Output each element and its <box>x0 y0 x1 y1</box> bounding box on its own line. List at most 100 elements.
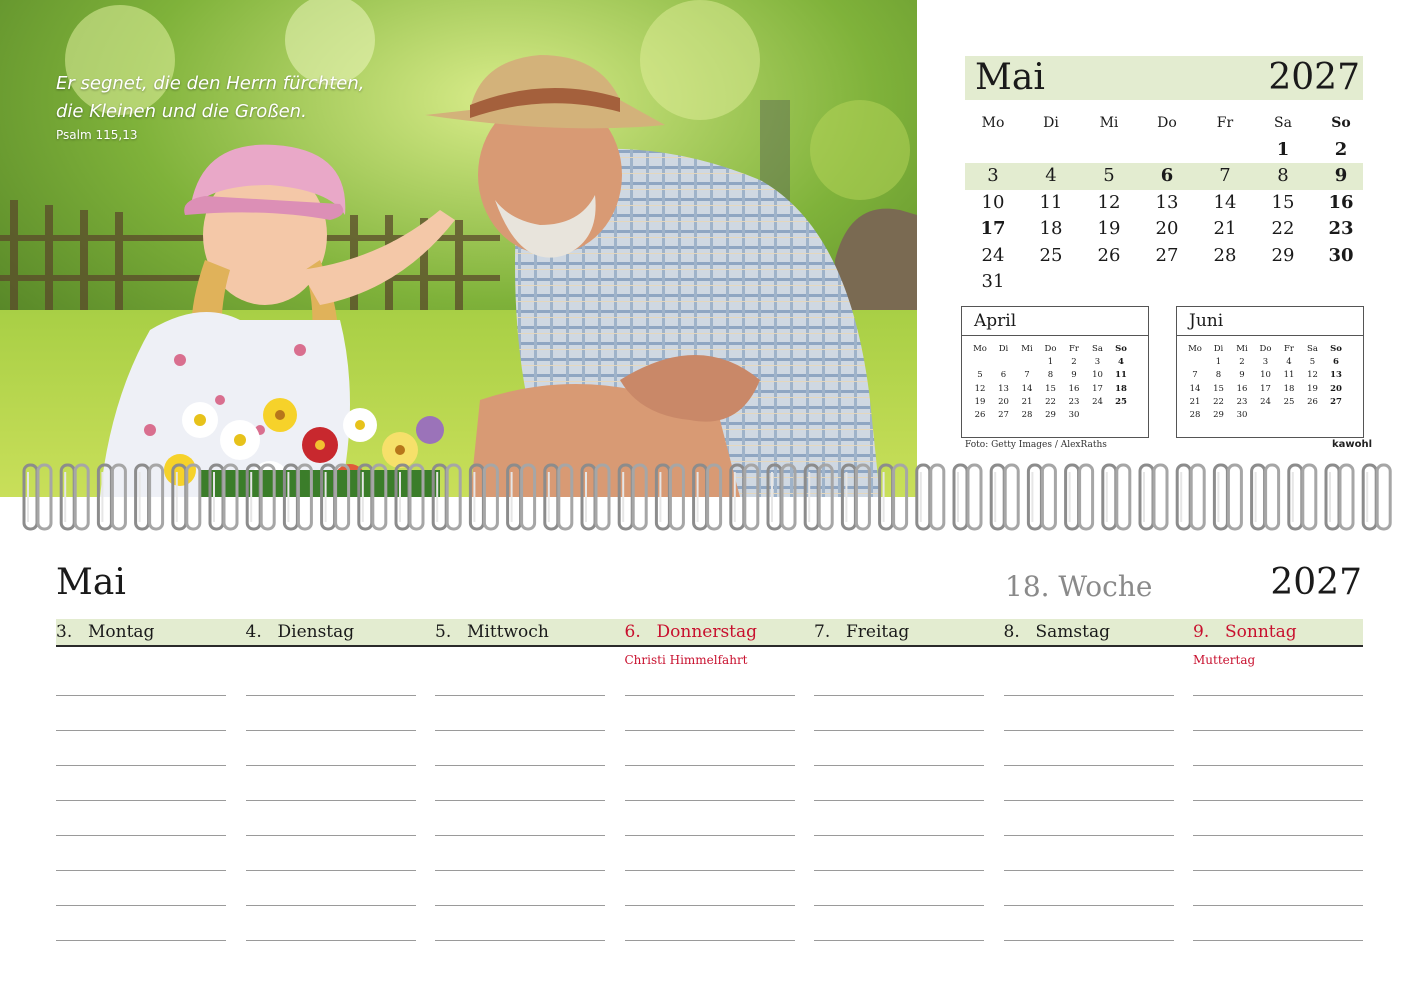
mini-calendar-april: April Mo Di Mi Do Fr Sa So 1 2 3 4 5 6 7 8 9 10 11 12 13 14 1… <box>961 306 1149 438</box>
mini-week-row: 28 29 30 <box>1183 409 1357 422</box>
note-line <box>1193 835 1363 836</box>
calendar-day: 11 <box>1039 191 1063 213</box>
mini-calendar-day: 7 <box>1024 370 1030 381</box>
mini-calendar-day: 22 <box>1045 396 1056 407</box>
mini-calendar-day: 10 <box>1092 370 1103 381</box>
note-line <box>245 800 416 801</box>
mini-calendar-day: 8 <box>1047 370 1054 381</box>
mini-calendar-day: 6 <box>1333 357 1339 368</box>
spiral-ring <box>22 463 53 531</box>
mini-calendar-day: 20 <box>1330 383 1342 394</box>
mini-calendar-day: 13 <box>998 383 1009 394</box>
day-notes-column[interactable] <box>1003 660 1174 950</box>
spiral-ring <box>766 463 797 531</box>
mini-calendar-grid: Mo Di Mi Do Fr Sa So 1 2 3 4 5 6 7 8 9 10 11 12 13 14 15 16 17 1… <box>1183 343 1357 422</box>
mini-calendar-day: 4 <box>1118 357 1124 368</box>
day-notes-column[interactable] <box>56 660 226 950</box>
spiral-ring <box>357 463 388 531</box>
spiral-ring <box>840 463 871 531</box>
mini-calendar-day: 11 <box>1115 370 1127 381</box>
note-line <box>435 835 605 836</box>
weekday-date: 7. <box>814 622 831 642</box>
day-notes-column[interactable] <box>1193 660 1363 950</box>
weekday-name: Montag <box>88 622 155 642</box>
spiral-ring <box>952 463 983 531</box>
note-line <box>814 800 984 801</box>
note-line <box>1003 765 1174 766</box>
mini-weekday-label: Di <box>1213 344 1224 354</box>
spiral-ring <box>1026 463 1057 531</box>
brand-logo: kawohl <box>1332 439 1373 450</box>
spiral-ring <box>134 463 165 531</box>
mini-calendar-day: 27 <box>998 409 1009 420</box>
mini-calendar-day: 28 <box>1189 409 1201 420</box>
note-line <box>435 800 605 801</box>
mini-weekday-label: Sa <box>1307 344 1318 354</box>
note-line <box>56 695 226 696</box>
note-line <box>814 695 984 696</box>
note-line <box>245 835 416 836</box>
day-notes-column[interactable] <box>435 660 605 950</box>
mini-calendar-day: 13 <box>1330 370 1342 381</box>
note-line <box>56 765 226 766</box>
mini-calendar-day: 1 <box>1047 357 1054 368</box>
mini-calendar-day: 12 <box>1307 370 1318 381</box>
mini-week-row: 1 2 3 4 <box>968 356 1142 369</box>
calendar-day: 19 <box>1097 218 1121 239</box>
calendar-day: 25 <box>1039 244 1063 266</box>
calendar-day: 29 <box>1271 244 1295 266</box>
note-line <box>435 730 605 731</box>
mini-week-row: 14 15 16 17 18 19 20 <box>1183 383 1357 396</box>
mini-calendar-day: 6 <box>1000 370 1007 381</box>
mini-calendar-day: 3 <box>1262 357 1269 368</box>
note-line <box>1193 940 1363 941</box>
mini-week-row: 21 22 23 24 25 26 27 <box>1183 396 1357 409</box>
note-line <box>1003 905 1174 906</box>
mini-week-row: 19 20 21 22 23 24 25 <box>968 396 1142 409</box>
spiral-ring <box>617 463 648 531</box>
mini-weekday-label: Mi <box>1021 344 1033 354</box>
calendar-day: 26 <box>1097 244 1121 266</box>
mini-week-row: 12 13 14 15 16 17 18 <box>968 383 1142 396</box>
weekday-samstag: 8. Samstag <box>1004 619 1110 645</box>
calendar-day: 14 <box>1213 191 1237 213</box>
mini-weekday-label: Do <box>1044 344 1057 354</box>
mini-calendar-day: 19 <box>1307 383 1318 394</box>
planner-month: Mai <box>56 562 126 603</box>
spiral-binding <box>22 463 1392 531</box>
spiral-ring <box>1064 463 1095 531</box>
note-line <box>1003 940 1174 941</box>
day-notes-column[interactable] <box>624 660 795 950</box>
mini-calendar-day: 15 <box>1045 383 1056 394</box>
note-line <box>56 730 226 731</box>
calendar-week-row: 12 <box>965 137 1363 164</box>
mini-calendar-day: 14 <box>1021 383 1033 394</box>
photo-credit: Foto: Getty Images / AlexRaths <box>965 440 1107 450</box>
note-line <box>1193 905 1363 906</box>
weekday-label: Sa <box>1274 115 1292 131</box>
spiral-ring <box>245 463 276 531</box>
note-line <box>435 940 605 941</box>
calendar-day: 27 <box>1155 244 1179 266</box>
mini-calendar-day: 11 <box>1283 370 1295 381</box>
spiral-ring <box>1361 463 1392 531</box>
weekday-dienstag: 4. Dienstag <box>246 619 355 645</box>
calendar-day: 30 <box>1328 244 1354 266</box>
mini-calendar-day: 30 <box>1236 409 1248 420</box>
note-line <box>1003 835 1174 836</box>
calendar-day: 21 <box>1213 218 1237 239</box>
mini-weekday-label: So <box>1115 344 1127 354</box>
weekday-date: 5. <box>435 622 452 642</box>
calendar-day: 5 <box>1103 165 1115 186</box>
quote-line-1: Er segnet, die den Herrn fürchten, <box>56 73 365 94</box>
spiral-ring <box>1138 463 1169 531</box>
mini-weekday-label: Mo <box>973 344 987 354</box>
note-line <box>624 870 795 871</box>
note-line <box>245 730 416 731</box>
day-notes-column[interactable] <box>814 660 984 950</box>
day-notes-column[interactable] <box>245 660 416 950</box>
weekday-freitag: 7. Freitag <box>814 619 909 645</box>
spiral-ring <box>282 463 313 531</box>
note-line <box>435 870 605 871</box>
mini-calendar-day: 10 <box>1260 370 1271 381</box>
